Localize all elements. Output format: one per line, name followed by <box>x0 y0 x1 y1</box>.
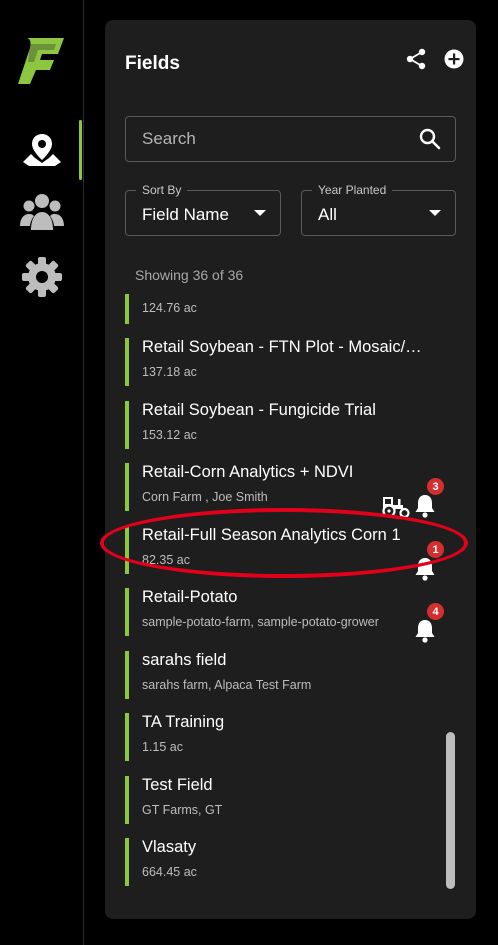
list-item[interactable]: 124.76 ac <box>125 292 445 324</box>
nav-map[interactable] <box>0 120 84 180</box>
search-input[interactable] <box>126 117 406 161</box>
item-subtitle: sarahs farm, Alpaca Test Farm <box>142 678 312 692</box>
item-accent-bar <box>125 338 129 386</box>
item-accent-bar <box>125 401 129 449</box>
item-accent-bar <box>125 294 129 324</box>
scrollbar-thumb[interactable] <box>446 732 455 889</box>
item-accent-bar <box>125 526 129 574</box>
share-icon[interactable] <box>403 46 429 72</box>
alert-badge: 4 <box>427 603 444 620</box>
alert-badge: 1 <box>427 541 444 558</box>
item-subtitle: 664.45 ac <box>142 865 197 879</box>
tractor-icon[interactable] <box>381 496 411 523</box>
bell-icon[interactable] <box>414 494 436 518</box>
item-name: Retail-Full Season Analytics Corn 1 <box>142 526 401 544</box>
item-name: Retail Soybean - Fungicide Trial <box>142 401 376 419</box>
nav-people[interactable] <box>0 186 84 242</box>
list-item[interactable]: Retail Soybean - Fungicide Trial 153.12 … <box>125 399 445 449</box>
item-subtitle: 137.18 ac <box>142 365 197 379</box>
item-accent-bar <box>125 588 129 636</box>
list-item[interactable]: TA Training 1.15 ac <box>125 711 445 761</box>
item-accent-bar <box>125 651 129 699</box>
fields-panel: Fields Sort By Field Name Year Plant <box>105 20 476 919</box>
item-name: TA Training <box>142 713 225 731</box>
item-name: Retail-Corn Analytics + NDVI <box>142 463 354 481</box>
list-item[interactable]: Retail-Full Season Analytics Corn 1 82.3… <box>125 524 445 574</box>
item-subtitle: sample-potato-farm, sample-potato-grower <box>142 615 379 629</box>
item-subtitle: GT Farms, GT <box>142 803 223 817</box>
item-accent-bar <box>125 776 129 824</box>
app-logo-icon[interactable] <box>16 34 68 86</box>
gear-icon <box>22 256 62 302</box>
search-icon[interactable] <box>419 128 441 150</box>
item-subtitle: Corn Farm , Joe Smith <box>142 490 268 504</box>
item-name: Retail Soybean - FTN Plot - Mosaic/Q... <box>142 338 422 356</box>
sort-by-select[interactable]: Sort By Field Name <box>125 183 281 236</box>
chevron-down-icon <box>429 210 441 216</box>
search-box <box>125 116 456 162</box>
showing-count: Showing 36 of 36 <box>135 267 244 283</box>
item-name: sarahs field <box>142 651 227 669</box>
item-accent-bar <box>125 838 129 886</box>
add-circle-icon[interactable] <box>441 46 467 72</box>
list-item[interactable]: sarahs field sarahs farm, Alpaca Test Fa… <box>125 649 445 699</box>
item-subtitle: 82.35 ac <box>142 553 190 567</box>
sort-by-value: Field Name <box>142 205 229 224</box>
item-subtitle: 1.15 ac <box>142 740 184 754</box>
item-accent-bar <box>125 463 129 511</box>
panel-title: Fields <box>125 53 180 74</box>
item-name: Retail-Potato <box>142 588 238 606</box>
bell-icon[interactable] <box>414 619 436 643</box>
item-subtitle: 124.76 ac <box>142 301 197 315</box>
item-accent-bar <box>125 713 129 761</box>
list-item[interactable]: Test Field GT Farms, GT <box>125 774 445 824</box>
list-item[interactable]: Retail Soybean - FTN Plot - Mosaic/Q... … <box>125 336 445 386</box>
nav-settings[interactable] <box>0 251 84 307</box>
year-planted-label: Year Planted <box>312 183 393 197</box>
year-planted-value: All <box>318 205 337 224</box>
item-name: Vlasaty <box>142 838 197 856</box>
bell-icon[interactable] <box>414 557 436 581</box>
map-pin-icon <box>21 132 63 173</box>
alert-badge: 3 <box>427 478 444 495</box>
sort-by-label: Sort By <box>136 183 188 197</box>
nav-rail <box>0 0 84 945</box>
people-group-icon <box>20 192 64 237</box>
chevron-down-icon <box>254 210 266 216</box>
list-item[interactable]: Retail-Potato sample-potato-farm, sample… <box>125 586 445 636</box>
item-name: Test Field <box>142 776 213 794</box>
list-item[interactable]: Vlasaty 664.45 ac <box>125 836 445 886</box>
year-planted-select[interactable]: Year Planted All <box>301 183 456 236</box>
item-subtitle: 153.12 ac <box>142 428 197 442</box>
